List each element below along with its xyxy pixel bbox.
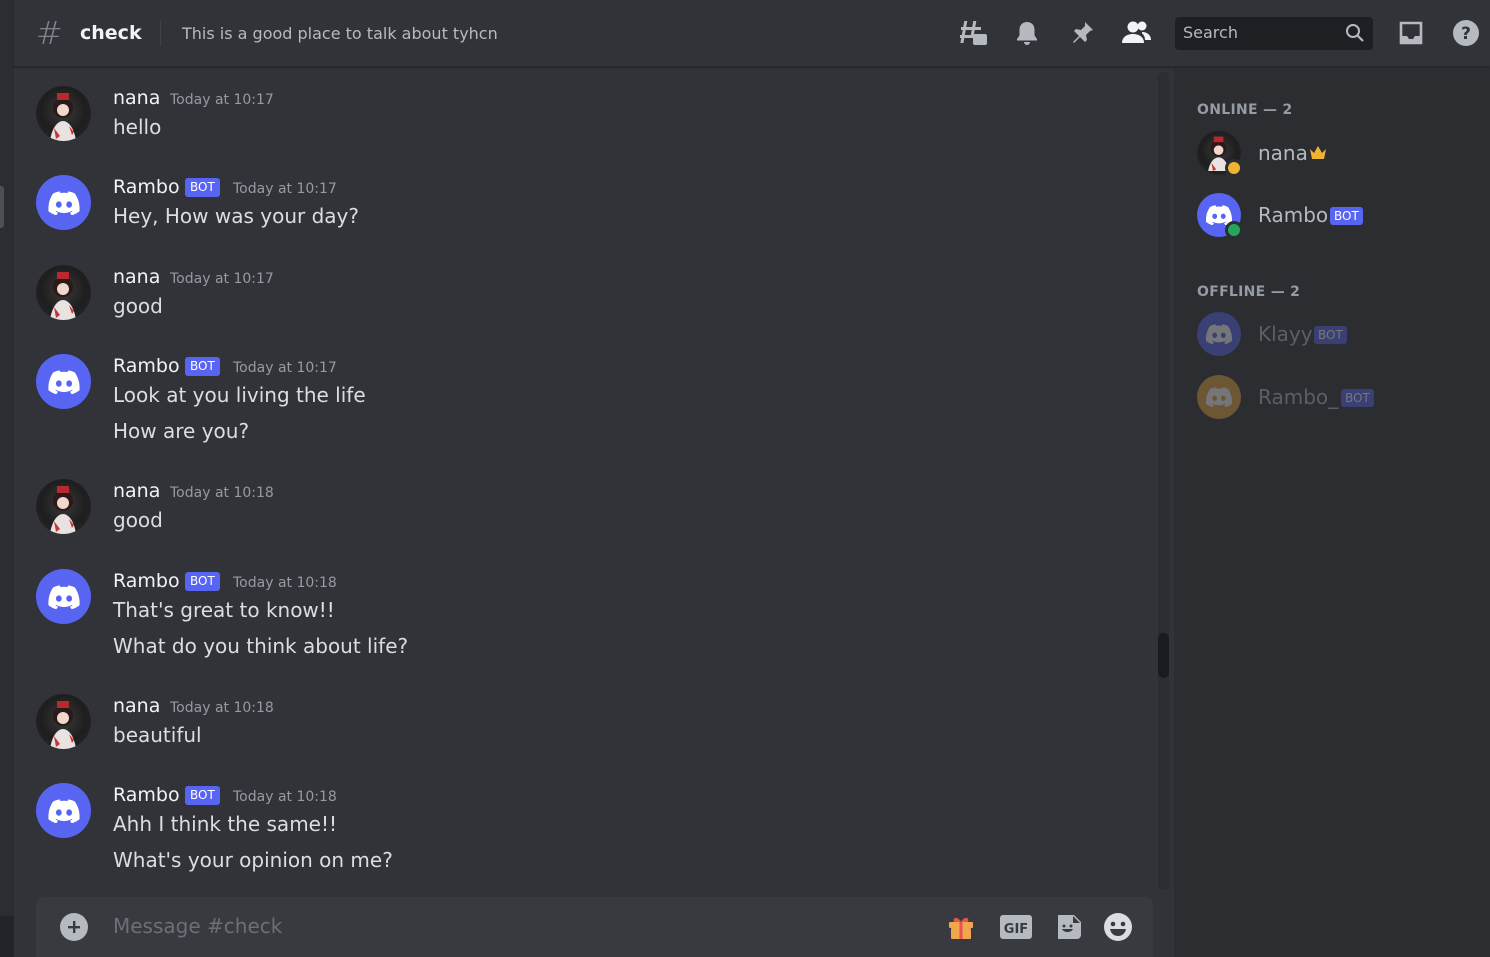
- message-author[interactable]: Rambo: [113, 175, 180, 199]
- message-timestamp: Today at 10:18: [170, 700, 274, 716]
- message-content: Ahh I think the same!!: [113, 812, 338, 836]
- message-content: That's great to know!!: [113, 598, 335, 622]
- message-author[interactable]: nana: [113, 86, 160, 110]
- member-klayy[interactable]: Klayy BOT: [1197, 312, 1477, 360]
- inbox-icon[interactable]: [1394, 16, 1428, 50]
- crown-icon: [1309, 145, 1327, 165]
- bot-tag: BOT: [185, 572, 220, 591]
- header-divider: [160, 20, 161, 46]
- message-timestamp: Today at 10:18: [233, 789, 337, 805]
- online-status-icon: [1225, 221, 1243, 239]
- message-content: What do you think about life?: [113, 634, 409, 658]
- online-section-header: ONLINE — 2: [1197, 102, 1293, 118]
- member-nana[interactable]: nana: [1197, 131, 1477, 179]
- discord-logo-avatar[interactable]: [36, 569, 91, 624]
- message-author[interactable]: nana: [113, 694, 160, 718]
- message-item[interactable]: nana Today at 10:17 hello: [14, 86, 1144, 162]
- avatar[interactable]: [36, 265, 91, 320]
- bot-tag: BOT: [1314, 326, 1347, 344]
- message-item[interactable]: Rambo BOT Today at 10:17 Look at you living…: [14, 354, 1144, 466]
- message-item[interactable]: Rambo BOT Today at 10:17 Hey, How was your …: [14, 175, 1144, 251]
- channel-topic[interactable]: This is a good place to talk about tyhcn: [182, 21, 498, 47]
- threads-icon[interactable]: [956, 16, 990, 50]
- message-timestamp: Today at 10:17: [233, 181, 337, 197]
- message-content: beautiful: [113, 723, 202, 747]
- message-item[interactable]: nana Today at 10:18 good: [14, 479, 1144, 555]
- message-content: What's your opinion on me?: [113, 848, 393, 872]
- message-item[interactable]: nana Today at 10:18 beautiful: [14, 694, 1144, 770]
- member-rambo-underscore[interactable]: Rambo_ BOT: [1197, 375, 1477, 423]
- message-author[interactable]: nana: [113, 265, 160, 289]
- message-scrollbar-thumb[interactable]: [1158, 633, 1169, 678]
- text-channel-icon: #: [36, 14, 63, 52]
- bot-tag: BOT: [1341, 389, 1374, 407]
- channel-name: check: [80, 22, 142, 44]
- user-panel-edge: [0, 916, 14, 957]
- member-rambo[interactable]: Rambo BOT: [1197, 193, 1477, 241]
- message-content: Hey, How was your day?: [113, 204, 360, 228]
- avatar[interactable]: [36, 86, 91, 141]
- search-icon: [1345, 23, 1365, 47]
- message-item[interactable]: nana Today at 10:17 good: [14, 265, 1144, 341]
- message-list[interactable]: nana Today at 10:17 hello Rambo BOT Today at …: [14, 68, 1160, 894]
- discord-logo-avatar: [1197, 375, 1241, 419]
- bot-tag: BOT: [1330, 207, 1363, 225]
- bot-tag: BOT: [185, 357, 220, 376]
- server-sidebar-edge: [0, 0, 14, 957]
- sticker-icon[interactable]: [1051, 909, 1087, 945]
- member-list-icon[interactable]: [1119, 16, 1153, 50]
- svg-text:?: ?: [1461, 24, 1471, 44]
- discord-logo-avatar[interactable]: [36, 175, 91, 230]
- message-content: hello: [113, 115, 162, 139]
- member-name: Rambo_: [1258, 385, 1339, 409]
- idle-status-icon: [1225, 159, 1243, 177]
- member-name: Klayy: [1258, 322, 1313, 346]
- search-placeholder: Search: [1183, 23, 1238, 42]
- message-author[interactable]: Rambo: [113, 569, 180, 593]
- avatar[interactable]: [36, 694, 91, 749]
- member-list-sidebar: ONLINE — 2 nana Rambo BOT OFFLINE — 2 Kl…: [1174, 68, 1490, 957]
- message-composer[interactable]: Message #check GIF: [36, 897, 1153, 957]
- gift-icon[interactable]: [943, 909, 979, 945]
- pin-icon[interactable]: [1065, 16, 1099, 50]
- notification-bell-icon[interactable]: [1010, 16, 1044, 50]
- avatar[interactable]: [36, 479, 91, 534]
- message-item[interactable]: Rambo BOT Today at 10:18 Ahh I think the sa…: [14, 783, 1144, 894]
- emoji-icon[interactable]: [1100, 909, 1136, 945]
- message-content: How are you?: [113, 419, 250, 443]
- message-timestamp: Today at 10:17: [170, 92, 274, 108]
- gif-button[interactable]: GIF: [998, 909, 1034, 945]
- message-author[interactable]: Rambo: [113, 783, 180, 807]
- message-content: good: [113, 294, 163, 318]
- message-author[interactable]: Rambo: [113, 354, 180, 378]
- bot-tag: BOT: [185, 178, 220, 197]
- bot-tag: BOT: [185, 786, 220, 805]
- message-content: good: [113, 508, 163, 532]
- message-timestamp: Today at 10:17: [233, 360, 337, 376]
- message-timestamp: Today at 10:18: [170, 485, 274, 501]
- plus-icon: [68, 921, 80, 933]
- offline-section-header: OFFLINE — 2: [1197, 284, 1301, 300]
- message-content: Look at you living the life: [113, 383, 366, 407]
- add-attachment-button[interactable]: [60, 913, 88, 941]
- channel-header: # check This is a good place to talk abo…: [14, 0, 1490, 67]
- member-name: Rambo: [1258, 203, 1329, 227]
- message-scrollbar-track[interactable]: [1158, 72, 1169, 890]
- help-icon[interactable]: ?: [1449, 16, 1483, 50]
- message-author[interactable]: nana: [113, 479, 160, 503]
- member-name: nana: [1258, 141, 1308, 165]
- message-item[interactable]: Rambo BOT Today at 10:18 That's great to kn…: [14, 569, 1144, 681]
- message-input[interactable]: Message #check: [113, 913, 282, 939]
- server-indicator: [0, 186, 4, 228]
- discord-logo-avatar[interactable]: [36, 783, 91, 838]
- search-bar[interactable]: Search: [1175, 17, 1373, 50]
- discord-logo-avatar: [1197, 312, 1241, 356]
- svg-text:GIF: GIF: [1004, 922, 1028, 937]
- message-timestamp: Today at 10:18: [233, 575, 337, 591]
- message-timestamp: Today at 10:17: [170, 271, 274, 287]
- discord-logo-avatar[interactable]: [36, 354, 91, 409]
